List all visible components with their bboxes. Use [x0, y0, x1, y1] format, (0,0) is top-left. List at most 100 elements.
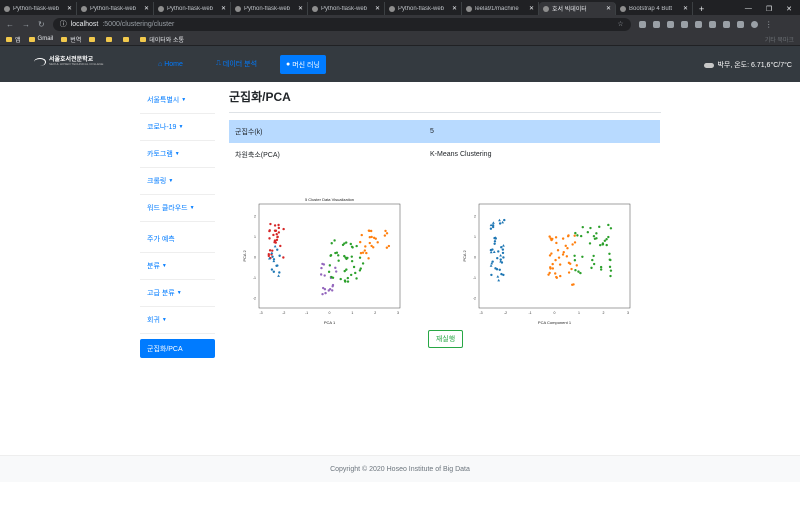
favicon-icon: [620, 5, 626, 12]
bookmark-item[interactable]: [106, 36, 115, 42]
browser-tab[interactable]: Bootstrap 4 Butt ✕: [616, 2, 693, 15]
scatter-point: [573, 259, 577, 262]
browser-tab[interactable]: Python-flask-web ✕: [154, 2, 231, 15]
bookmark-item[interactable]: 앱: [6, 35, 21, 44]
scatter-point: [555, 241, 558, 245]
scatter-point: [598, 243, 602, 247]
scatter-point: [323, 287, 327, 291]
browser-tab[interactable]: Python-flask-web ✕: [231, 2, 308, 15]
scatter-point: [601, 242, 605, 245]
scatter-point: [345, 257, 348, 261]
scatter-point: [497, 250, 500, 253]
extension-icon[interactable]: [666, 20, 674, 28]
extension-icon[interactable]: [694, 20, 702, 28]
scatter-point: [550, 238, 553, 242]
browser-tab[interactable]: Python-flask-web ✕: [385, 2, 462, 15]
scatter-point: [561, 253, 565, 256]
browser-tab[interactable]: Python-flask-web ✕: [0, 2, 77, 15]
scatter-point: [592, 234, 596, 238]
close-tab-icon[interactable]: ✕: [452, 5, 457, 12]
nav-machine-learning[interactable]: ● 머신 러닝: [280, 55, 326, 74]
site-logo[interactable]: 서울호서전문학교 SEOUL HOSEO TECHNICAL COLLEGE: [34, 57, 103, 66]
bookmark-item[interactable]: [123, 36, 132, 42]
scatter-point: [557, 256, 561, 259]
bookmark-folder-icon: [106, 36, 113, 42]
other-bookmarks[interactable]: 기타 북마크: [765, 35, 794, 44]
scatter-point: [360, 233, 363, 237]
close-tab-icon[interactable]: ✕: [144, 5, 149, 12]
scatter-point: [277, 223, 280, 227]
close-tab-icon[interactable]: ✕: [529, 5, 534, 12]
bookmark-folder-icon: [123, 36, 130, 42]
forward-icon[interactable]: →: [22, 20, 30, 29]
menu-icon[interactable]: ⋮: [765, 20, 773, 29]
sidebar-item[interactable]: 고급 분류 ▼: [140, 280, 215, 307]
sidebar-item[interactable]: 카토그램 ▼: [140, 141, 215, 168]
sidebar-item[interactable]: 코로나-19 ▼: [140, 114, 215, 141]
scatter-point: [609, 258, 612, 262]
nav-data-analysis[interactable]: ⎍ 데이터 분석: [216, 57, 257, 71]
scatter-point: [548, 271, 551, 275]
y-tick-label: 1: [474, 235, 476, 239]
extension-icon[interactable]: [722, 20, 730, 28]
browser-tab[interactable]: leela91/machine ✕: [462, 2, 539, 15]
close-tab-icon[interactable]: ✕: [375, 5, 380, 12]
close-window-icon[interactable]: ✕: [786, 5, 792, 13]
extension-icon[interactable]: [680, 20, 688, 28]
bookmark-label: Gmail: [37, 36, 54, 42]
close-tab-icon[interactable]: ✕: [683, 5, 688, 12]
reload-icon[interactable]: ↻: [38, 20, 45, 29]
favicon-icon: [312, 5, 318, 12]
extension-icon[interactable]: [736, 20, 744, 28]
close-tab-icon[interactable]: ✕: [298, 5, 303, 12]
profile-avatar[interactable]: [750, 20, 758, 28]
new-tab-button[interactable]: +: [693, 2, 710, 15]
bookmark-item[interactable]: [89, 36, 98, 42]
scatter-point: [355, 277, 358, 280]
nav-home[interactable]: ⌂ Home: [158, 57, 183, 71]
bookmark-item[interactable]: Gmail: [28, 36, 54, 42]
scatter-point: [571, 243, 574, 246]
scatter-point: [321, 292, 324, 296]
sidebar-item[interactable]: 군집화/PCA: [140, 339, 215, 358]
extension-icon[interactable]: [638, 20, 646, 28]
x-axis-label: PCA Component 1: [538, 320, 572, 325]
scatter-point: [276, 235, 279, 239]
browser-tab[interactable]: Python-flask-web ✕: [308, 2, 385, 15]
url-field[interactable]: ⓘ localhost:5000/clustering/cluster ☆: [52, 17, 631, 31]
maximize-icon[interactable]: ❐: [766, 5, 772, 13]
x-tick-label: -2: [504, 311, 507, 315]
browser-tab[interactable]: 호서 빅데이터 ✕: [539, 2, 616, 15]
sidebar-item[interactable]: 회귀 ▼: [140, 307, 215, 334]
extension-icon[interactable]: [708, 20, 716, 28]
x-tick-label: 0: [329, 311, 331, 315]
sidebar-item[interactable]: 서울특별시 ▼: [140, 87, 215, 114]
bookmark-star-icon[interactable]: ☆: [617, 20, 623, 28]
close-tab-icon[interactable]: ✕: [221, 5, 226, 12]
scatter-point: [496, 256, 499, 260]
tab-title: Python-flask-web: [244, 5, 291, 12]
x-tick-label: 3: [397, 311, 399, 315]
cluster-info-table: 군집수(k) 5 차원축소(PCA) K-Means Clustering: [229, 120, 660, 166]
sidebar-item[interactable]: 크롤링 ▼: [140, 168, 215, 195]
bookmark-item[interactable]: 번역: [61, 35, 81, 44]
sidebar-item[interactable]: 주가 예측: [140, 226, 215, 253]
info-icon[interactable]: ⓘ: [60, 19, 67, 29]
scatter-point: [491, 248, 494, 251]
tab-title: Python-flask-web: [90, 5, 137, 12]
y-tick-label: 0: [254, 256, 256, 260]
scatter-point: [548, 235, 551, 238]
close-tab-icon[interactable]: ✕: [67, 5, 72, 12]
close-tab-icon[interactable]: ✕: [606, 5, 611, 12]
minimize-icon[interactable]: —: [745, 5, 752, 12]
back-icon[interactable]: ←: [6, 20, 14, 29]
sidebar-item[interactable]: 워드 클라우드 ▼: [140, 195, 215, 222]
sidebar-item-label: 주가 예측: [147, 236, 175, 243]
extension-icon[interactable]: [652, 20, 660, 28]
bookmark-item[interactable]: 데이터와 소통: [140, 35, 184, 44]
sidebar-item[interactable]: 분류 ▼: [140, 253, 215, 280]
browser-tab[interactable]: Python-flask-web ✕: [77, 2, 154, 15]
y-tick-label: 2: [474, 215, 476, 219]
scatter-point: [385, 246, 389, 249]
rerun-button[interactable]: 재실행: [428, 330, 463, 348]
